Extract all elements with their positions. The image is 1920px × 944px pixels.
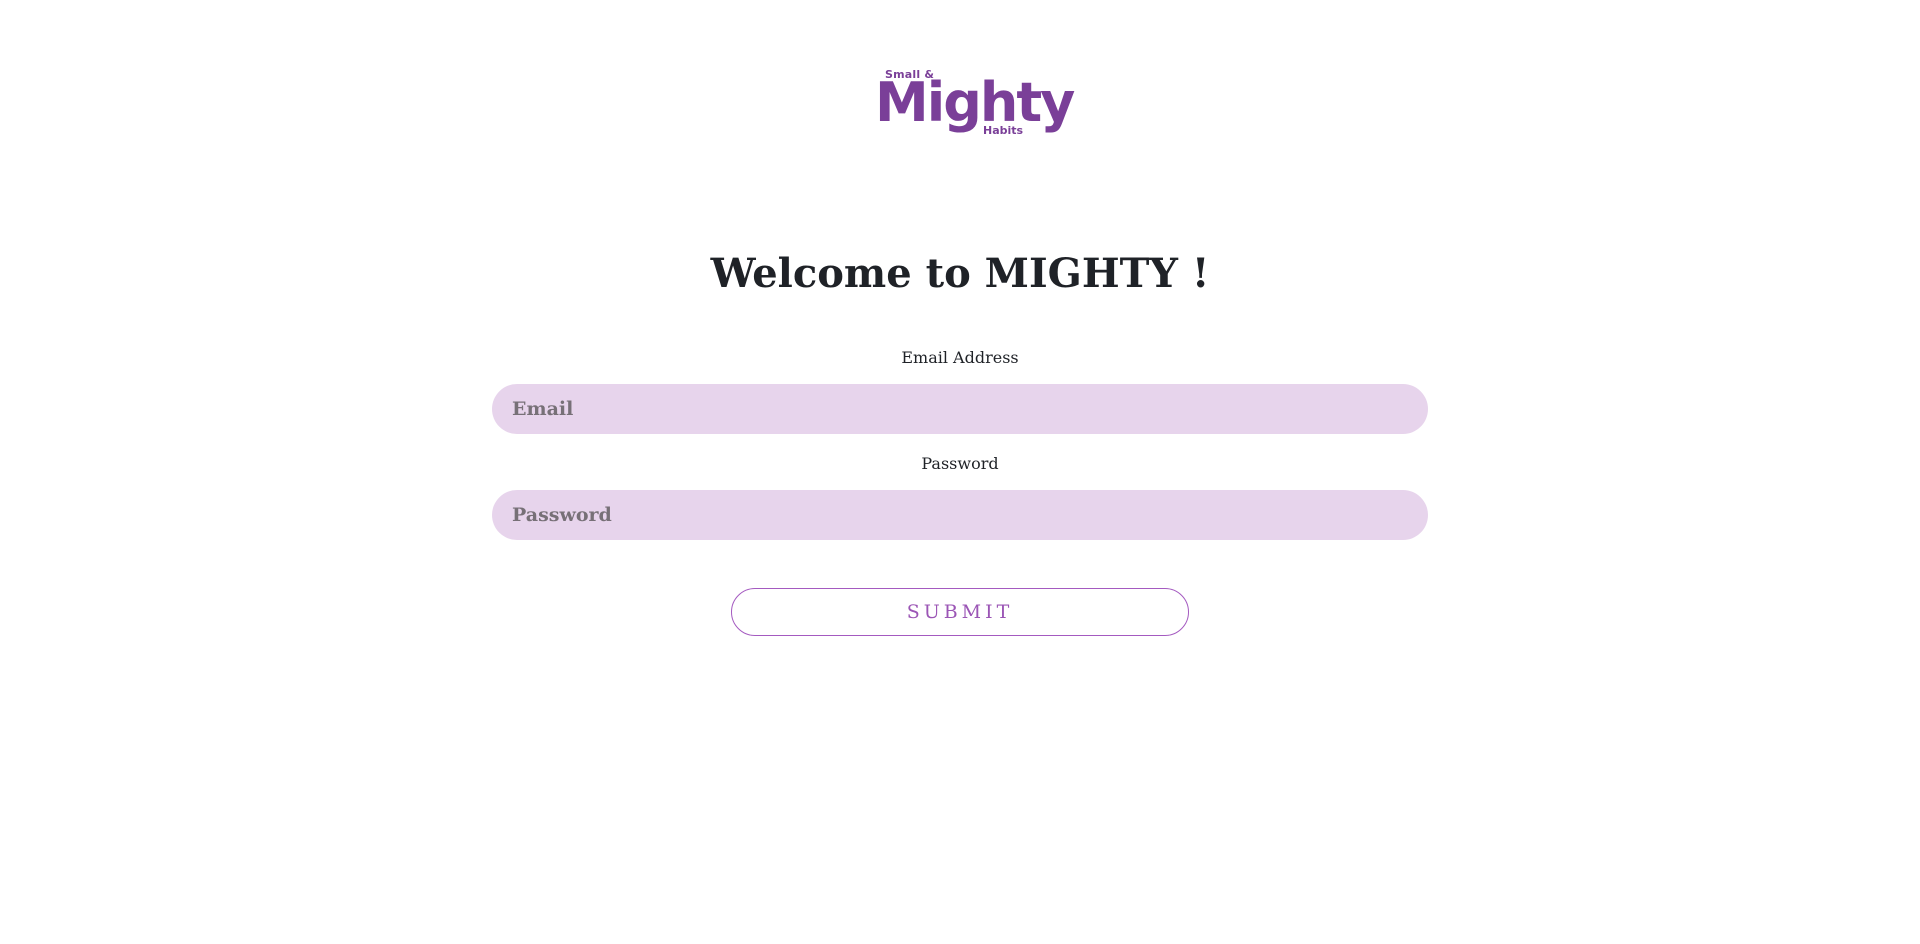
email-field[interactable] [492,384,1428,434]
page-title: Welcome to MIGHTY ! [710,250,1210,297]
email-label: Email Address [901,348,1019,367]
password-field[interactable] [492,490,1428,540]
password-label: Password [921,454,999,473]
logo-text-mighty: Mighty [875,71,1075,134]
brand-logo: Small & Mighty Habits [875,66,1075,142]
submit-button[interactable]: SUBMIT [731,588,1189,636]
logo-text-habits: Habits [983,124,1024,137]
login-page: Small & Mighty Habits Welcome to MIGHTY … [0,0,1920,944]
